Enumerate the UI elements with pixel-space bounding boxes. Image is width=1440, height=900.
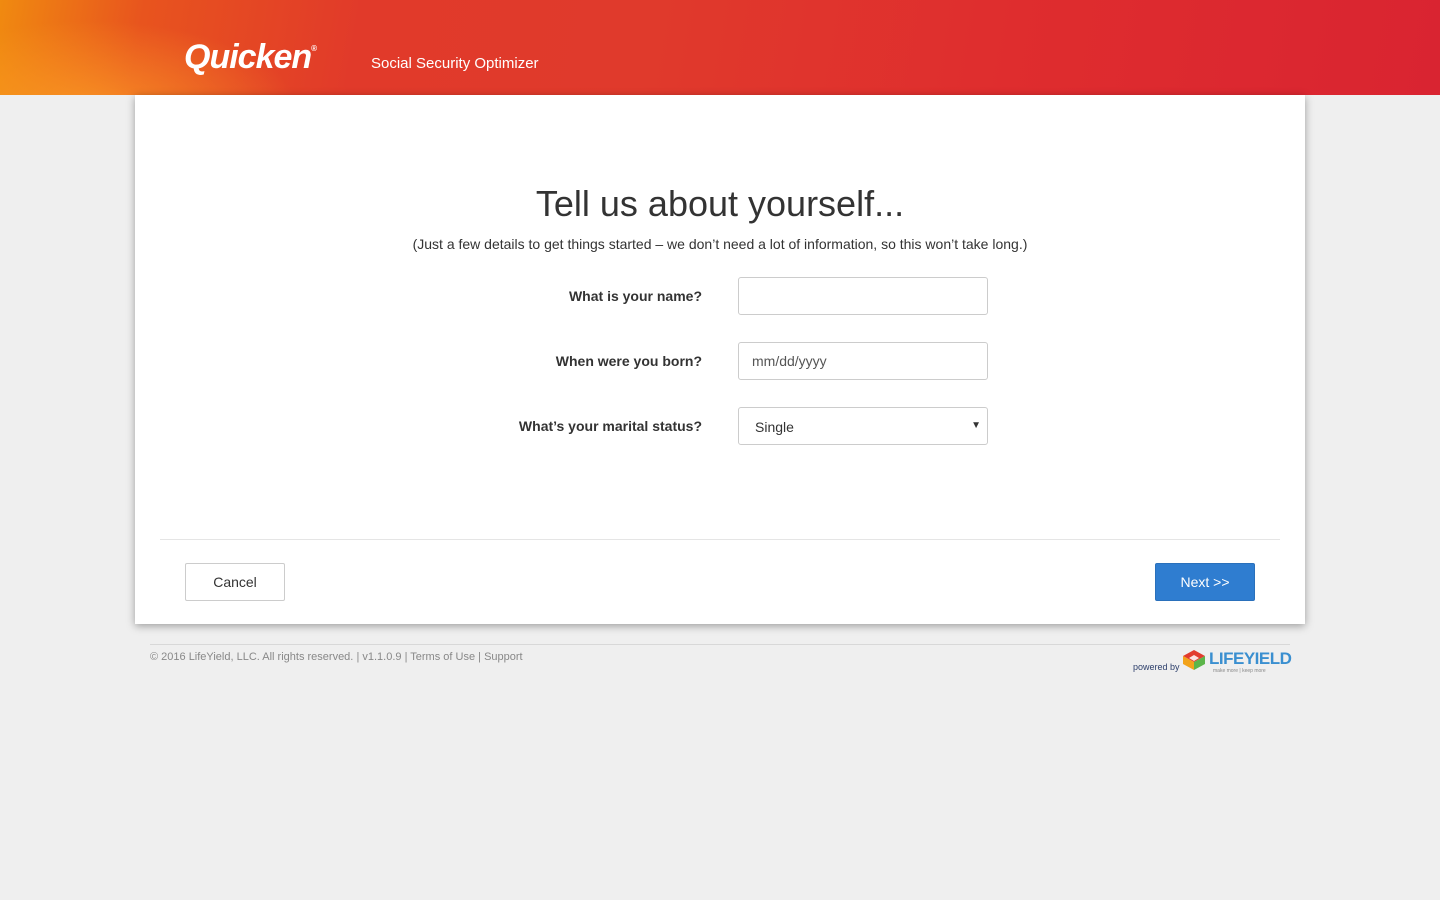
marital-status-value: Single [755,419,794,435]
cancel-button[interactable]: Cancel [185,563,285,601]
lifeyield-logo-icon [1183,650,1205,670]
lifeyield-tagline: make more | keep more [1213,668,1266,674]
chevron-down-icon: ▼ [971,420,981,431]
marital-row: What’s your marital status? Single ▼ [135,407,1305,445]
dob-label: When were you born? [555,353,702,369]
app-header: Quicken® Social Security Optimizer [0,0,1440,95]
divider [160,539,1280,540]
separator: | [356,651,360,663]
version: v1.1.0.9 [362,651,402,663]
dob-row: When were you born? [135,342,1305,380]
name-label: What is your name? [568,288,702,304]
page-title: Tell us about yourself... [535,183,905,224]
app-title: Social Security Optimizer [371,55,539,72]
lifeyield-brand-name: LIFEYIELD [1209,649,1292,668]
marital-status-select[interactable]: Single ▼ [738,407,988,445]
powered-by-lifeyield[interactable]: powered by LIFEYIELD make more | keep mo… [1133,648,1293,676]
name-input[interactable] [738,277,988,315]
separator: | [404,651,408,663]
terms-link[interactable]: Terms of Use [410,651,475,663]
page-subtitle: (Just a few details to get things starte… [412,236,1028,252]
footer-text: © 2016 LifeYield, LLC. All rights reserv… [150,651,523,663]
name-row: What is your name? [135,277,1305,315]
copyright: © 2016 LifeYield, LLC. All rights reserv… [150,651,354,663]
next-button[interactable]: Next >> [1155,563,1255,601]
footer-divider [150,644,1290,645]
powered-by-label: powered by [1133,662,1180,672]
support-link[interactable]: Support [484,651,523,663]
separator: | [478,651,481,663]
marital-label: What’s your marital status? [518,418,702,434]
form-card: Tell us about yourself... (Just a few de… [135,95,1305,624]
quicken-logo[interactable]: Quicken® [184,38,317,77]
dob-input[interactable] [738,342,988,380]
